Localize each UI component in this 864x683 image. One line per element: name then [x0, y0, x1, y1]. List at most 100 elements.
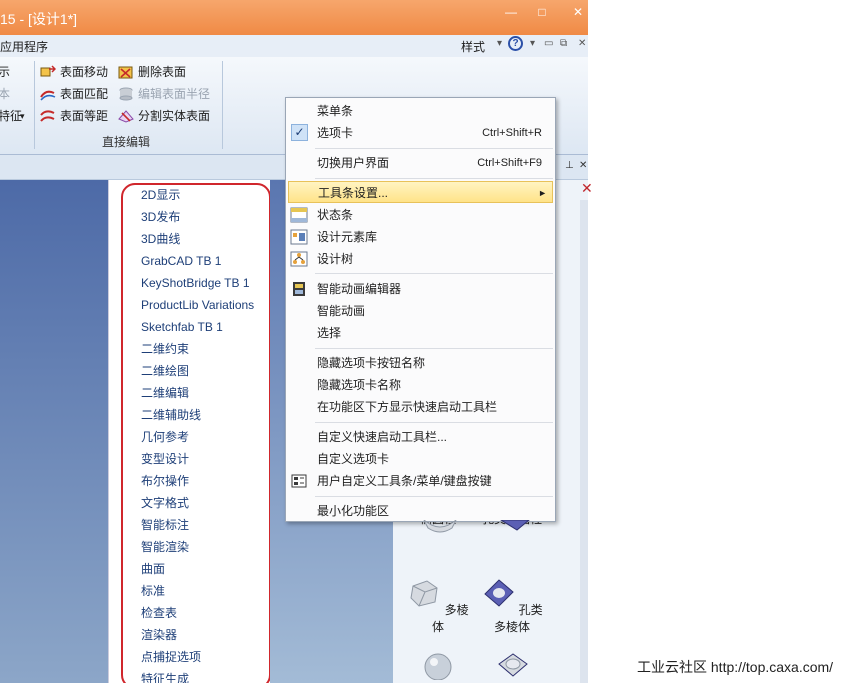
menu-item-toolbar-settings[interactable]: 工具条设置... ► [288, 181, 553, 203]
menu-item-hide-tab-names[interactable]: 隐藏选项卡名称 [286, 374, 555, 396]
customize-icon [291, 474, 307, 488]
menu-item-menubar[interactable]: 菜单条 [286, 100, 555, 122]
surface-match-button[interactable]: 表面匹配 [40, 84, 108, 104]
surface-offset-button[interactable]: 表面等距 [40, 106, 108, 126]
close-panel-icon[interactable]: ✕ [579, 160, 587, 171]
chevron-down-icon[interactable]: ▾ [530, 38, 535, 49]
list-item[interactable]: 二维辅助线 [141, 404, 254, 426]
list-item[interactable]: KeyShotBridge TB 1 [141, 272, 254, 294]
tool-polyhedron[interactable]: 多棱体 [403, 578, 473, 635]
menu-item-smart-anim[interactable]: 智能动画 [286, 300, 555, 322]
surface-move-icon [40, 65, 56, 77]
maximize-button[interactable]: □ [530, 3, 554, 21]
list-item[interactable]: Sketchfab TB 1 [141, 316, 254, 338]
list-item[interactable]: 智能标注 [141, 514, 254, 536]
menu-item-show-qat-below[interactable]: 在功能区下方显示快速启动工具栏 [286, 396, 555, 418]
menu-separator [315, 148, 553, 149]
menu-separator [315, 273, 553, 274]
elliptic-cylinder-icon [423, 520, 457, 533]
menu-separator [315, 348, 553, 349]
shortcut-label: Ctrl+Shift+F9 [477, 157, 542, 169]
sphere-icon[interactable] [421, 650, 455, 680]
check-icon: ✓ [291, 124, 308, 141]
menu-separator [315, 178, 553, 179]
list-item[interactable]: 几何参考 [141, 426, 254, 448]
list-item[interactable]: ProductLib Variations [141, 294, 254, 316]
toolbar-list-items: 2D显示 3D发布 3D曲线 GrabCAD TB 1 KeyShotBridg… [141, 184, 254, 683]
title-bar: 15 - [设计1*] — □ ✕ [0, 0, 588, 35]
cylinder-icon [119, 87, 133, 101]
list-item[interactable]: 文字格式 [141, 492, 254, 514]
menu-item-status-bar[interactable]: 状态条 [286, 204, 555, 226]
list-item[interactable]: 3D发布 [141, 206, 254, 228]
list-item[interactable]: 检查表 [141, 602, 254, 624]
menu-item-customize-user[interactable]: 用户自定义工具条/菜单/键盘按键 [286, 470, 555, 492]
menu-item-select[interactable]: 选择 [286, 322, 555, 344]
group-separator [222, 61, 223, 149]
group-separator [34, 61, 35, 149]
shortcut-label: Ctrl+Shift+R [482, 127, 542, 139]
context-menu: 菜单条 ✓ 选项卡 Ctrl+Shift+R 切换用户界面 Ctrl+Shift… [285, 97, 556, 522]
ribbon-partial-item[interactable]: 示 [0, 62, 10, 82]
ribbon-group-label: 直接编辑 [102, 135, 151, 149]
delete-surface-button[interactable]: 删除表面 [118, 62, 186, 82]
list-item[interactable]: 渲染器 [141, 624, 254, 646]
list-item[interactable]: GrabCAD TB 1 [141, 250, 254, 272]
tool-hole-polyhedron[interactable]: 孔类多棱体 [477, 578, 547, 635]
design-library-icon [290, 229, 308, 245]
close-doc-icon[interactable]: ✕ [578, 38, 586, 49]
submenu-arrow-icon: ► [538, 188, 547, 198]
hole-sphere-icon[interactable] [495, 650, 529, 680]
list-item[interactable]: 变型设计 [141, 448, 254, 470]
ribbon-partial-item[interactable]: 特征 [0, 106, 22, 126]
menu-item-minimize-ribbon[interactable]: 最小化功能区 [286, 500, 555, 522]
menu-item-design-tree[interactable]: 设计树 [286, 248, 555, 270]
list-item[interactable]: 布尔操作 [141, 470, 254, 492]
toolbar-list: 2D显示 3D发布 3D曲线 GrabCAD TB 1 KeyShotBridg… [108, 180, 270, 683]
menu-item-switch-ui[interactable]: 切换用户界面 Ctrl+Shift+F9 [286, 152, 555, 174]
style-menu[interactable]: 样式 [461, 38, 485, 55]
menu-item-customize-qat[interactable]: 自定义快速启动工具栏... [286, 426, 555, 448]
app-menu[interactable]: 应用程序 [0, 38, 48, 55]
menu-separator [315, 496, 553, 497]
split-solid-surface-button[interactable]: 分割实体表面 [118, 106, 210, 126]
edit-surface-radius-button[interactable]: 编辑表面半径 [118, 84, 210, 104]
split-surface-icon [118, 110, 134, 123]
close-icon[interactable]: ✕ [581, 180, 593, 197]
chevron-down-icon[interactable]: ▾ [497, 38, 502, 49]
minimize-ribbon-icon[interactable]: ▭ [544, 38, 553, 49]
chevron-down-icon[interactable]: ▾ [20, 106, 25, 126]
list-item[interactable]: 3D曲线 [141, 228, 254, 250]
scrollbar[interactable] [580, 200, 588, 683]
menu-separator [315, 422, 553, 423]
help-icon[interactable]: ? [508, 36, 523, 51]
close-button[interactable]: ✕ [566, 3, 590, 21]
menu-item-anim-editor[interactable]: 智能动画编辑器 [286, 278, 555, 300]
restore-icon[interactable]: ⧉ [560, 38, 567, 49]
list-item[interactable]: 二维约束 [141, 338, 254, 360]
list-item[interactable]: 二维编辑 [141, 382, 254, 404]
list-item[interactable]: 曲面 [141, 558, 254, 580]
surface-move-button[interactable]: 表面移动 [40, 62, 108, 82]
hole-elliptic-cylinder-icon [500, 520, 530, 531]
list-item[interactable]: 二维绘图 [141, 360, 254, 382]
minimize-button[interactable]: — [499, 3, 523, 21]
delete-surface-icon [118, 66, 133, 79]
design-tree-icon [290, 251, 308, 267]
ribbon-partial-item[interactable]: 本 [0, 84, 10, 104]
menu-item-tabs[interactable]: ✓ 选项卡 Ctrl+Shift+R [286, 122, 555, 144]
list-item[interactable]: 2D显示 [141, 184, 254, 206]
window-title: 15 - [设计1*] [0, 11, 78, 27]
list-item[interactable]: 智能渲染 [141, 536, 254, 558]
menu-item-hide-tab-button-names[interactable]: 隐藏选项卡按钮名称 [286, 352, 555, 374]
list-item[interactable]: 特征生成 [141, 668, 254, 683]
polyhedron-icon [410, 580, 438, 607]
list-item[interactable]: 点捕捉选项 [141, 646, 254, 668]
pin-icon[interactable]: ⊥ [565, 160, 574, 171]
menu-item-design-library[interactable]: 设计元素库 [286, 226, 555, 248]
list-item[interactable]: 标准 [141, 580, 254, 602]
surface-match-icon [40, 90, 56, 101]
menu-bar: 应用程序 样式 ▾ ? ▾ ▭ ⧉ ✕ [0, 35, 588, 57]
design-canvas[interactable] [0, 180, 108, 683]
menu-item-customize-tabs[interactable]: 自定义选项卡 [286, 448, 555, 470]
